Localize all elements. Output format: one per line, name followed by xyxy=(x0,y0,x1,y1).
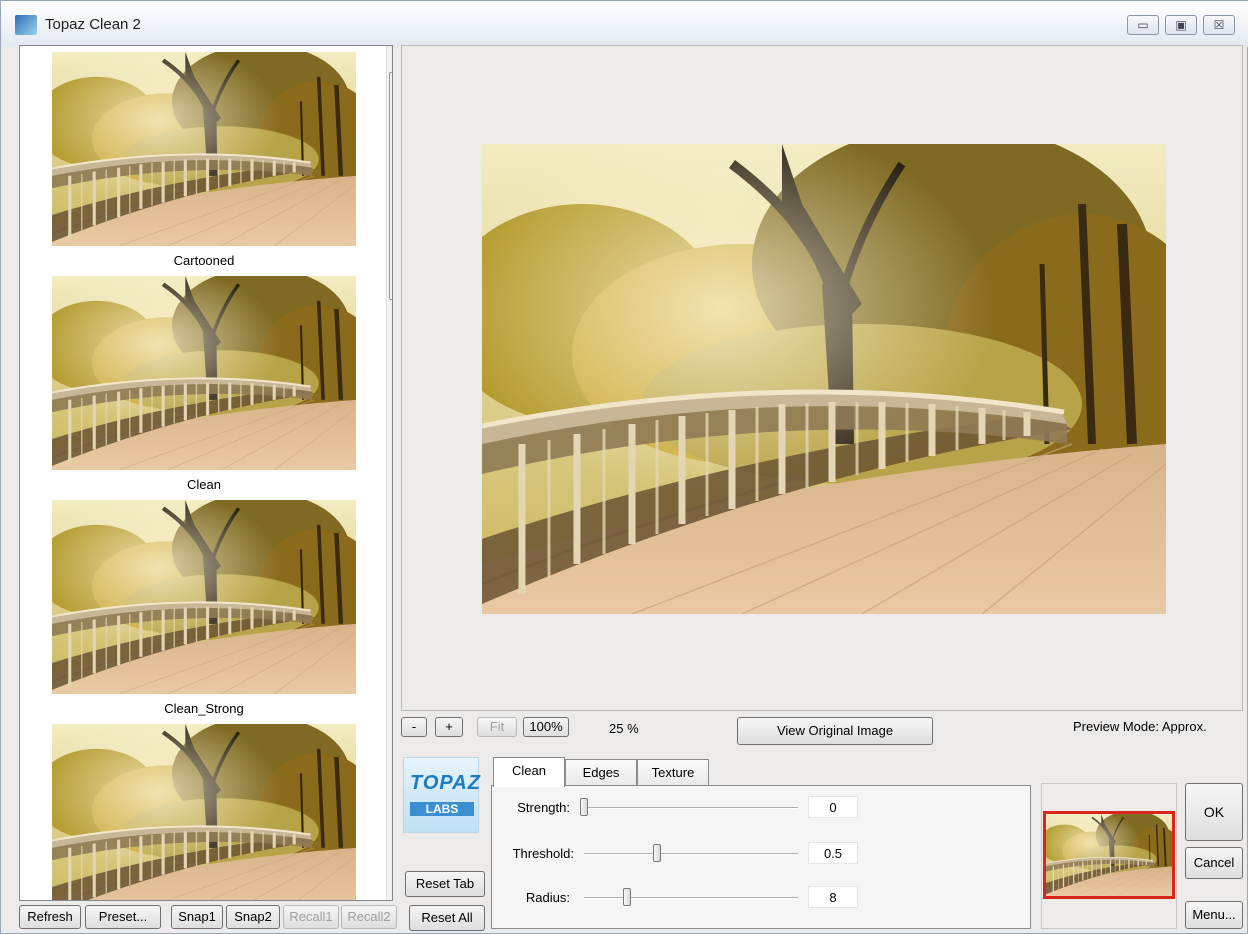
minimize-button[interactable]: ▭ xyxy=(1127,15,1159,35)
preset-label: Cartooned xyxy=(173,253,235,268)
radius-value[interactable]: 8 xyxy=(808,886,858,908)
zoom-level: 25 % xyxy=(609,721,639,736)
preset-label: Clean_Strong xyxy=(164,701,244,716)
topaz-labs-logo: TOPAZ LABS xyxy=(403,757,481,833)
app-window: Topaz Clean 2 ▭ ▣ ☒ Cartooned Clean Clea… xyxy=(0,0,1248,934)
preset-thumbnail[interactable] xyxy=(52,52,356,246)
maximize-button[interactable]: ▣ xyxy=(1165,15,1197,35)
scroll-thumb[interactable] xyxy=(389,72,392,300)
preset-thumbnail[interactable] xyxy=(52,724,356,900)
preset-scrollbar[interactable]: ▲ ▼ xyxy=(386,46,392,900)
preview-image[interactable] xyxy=(482,144,1166,614)
ok-button[interactable]: OK xyxy=(1185,783,1243,841)
radius-slider-thumb[interactable] xyxy=(622,888,631,906)
close-button[interactable]: ☒ xyxy=(1203,15,1235,35)
reset-tab-button[interactable]: Reset Tab xyxy=(405,871,485,897)
snap2-button[interactable]: Snap2 xyxy=(226,905,280,929)
preset-thumbnail[interactable] xyxy=(52,276,356,470)
preset-item-4[interactable] xyxy=(52,724,356,900)
refresh-button[interactable]: Refresh xyxy=(19,905,81,929)
preset-list: Cartooned Clean Clean_Strong xyxy=(19,45,393,901)
topaz-app-icon xyxy=(15,15,37,35)
radius-slider-track[interactable] xyxy=(584,897,798,899)
fit-button[interactable]: Fit xyxy=(477,717,517,737)
zoom-out-button[interactable]: - xyxy=(401,717,427,737)
recall2-button[interactable]: Recall2 xyxy=(341,905,397,929)
logo-subtext: LABS xyxy=(410,802,474,816)
navigator-thumbnail[interactable] xyxy=(1043,811,1175,899)
tab-texture[interactable]: Texture xyxy=(637,759,709,785)
preset-button[interactable]: Preset... xyxy=(85,905,161,929)
threshold-slider-track[interactable] xyxy=(584,853,798,855)
threshold-slider-thumb[interactable] xyxy=(652,844,661,862)
threshold-value[interactable]: 0.5 xyxy=(808,842,858,864)
strength-slider-track[interactable] xyxy=(584,807,798,809)
tab-edges[interactable]: Edges xyxy=(565,759,637,785)
preset-thumbnail[interactable] xyxy=(52,500,356,694)
radius-label: Radius: xyxy=(525,890,570,905)
scroll-down-arrow-icon[interactable]: ▼ xyxy=(387,878,392,898)
zoom-100-button[interactable]: 100% xyxy=(523,717,569,737)
menu-button[interactable]: Menu... xyxy=(1185,901,1243,929)
preview-mode-label: Preview Mode: Approx. xyxy=(1073,719,1207,734)
strength-label: Strength: xyxy=(517,800,570,815)
snap1-button[interactable]: Snap1 xyxy=(171,905,223,929)
window-title: Topaz Clean 2 xyxy=(45,16,141,33)
preset-item-clean[interactable]: Clean xyxy=(52,276,356,496)
reset-all-button[interactable]: Reset All xyxy=(409,905,485,931)
tab-clean[interactable]: Clean xyxy=(493,757,565,787)
title-bar[interactable]: Topaz Clean 2 ▭ ▣ ☒ xyxy=(1,1,1248,47)
preset-item-cartooned[interactable]: Cartooned xyxy=(52,52,356,272)
view-original-button[interactable]: View Original Image xyxy=(737,717,933,745)
scroll-up-arrow-icon[interactable]: ▲ xyxy=(387,48,392,68)
preview-area[interactable] xyxy=(401,45,1243,711)
threshold-label: Threshold: xyxy=(512,846,574,861)
recall1-button[interactable]: Recall1 xyxy=(283,905,339,929)
preset-label: Clean xyxy=(187,477,221,492)
clean-settings-panel: Strength: 0 Threshold: 0.5 Radius: 8 xyxy=(491,785,1031,929)
cancel-button[interactable]: Cancel xyxy=(1185,847,1243,879)
zoom-in-button[interactable]: + xyxy=(435,717,463,737)
preset-item-clean-strong[interactable]: Clean_Strong xyxy=(52,500,356,720)
logo-text: TOPAZ xyxy=(410,772,481,794)
strength-slider-thumb[interactable] xyxy=(580,798,588,816)
strength-value[interactable]: 0 xyxy=(808,796,858,818)
